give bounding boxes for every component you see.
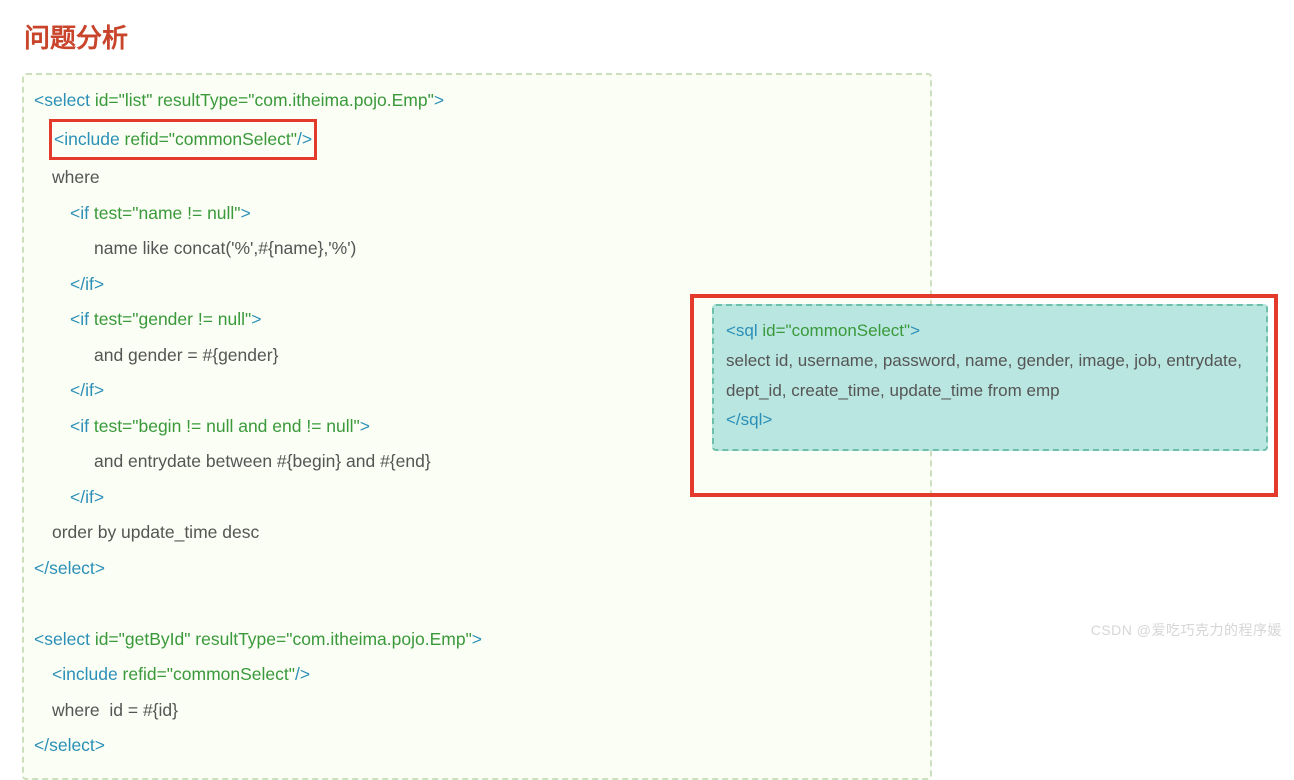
attr: refid="commonSelect" — [125, 129, 297, 149]
tag-close: </if> — [70, 487, 104, 507]
code-line: </select> — [34, 551, 920, 587]
highlight-include: <include refid="commonSelect"/> — [49, 119, 317, 161]
tag-close: </select> — [34, 735, 105, 755]
watermark: CSDN @爱吃巧克力的程序媛 — [1091, 620, 1282, 640]
code-line: where — [34, 160, 920, 196]
attr: test="begin != null and end != null" — [94, 416, 360, 436]
tag-close: </if> — [70, 274, 104, 294]
attr: id="list" resultType="com.itheima.pojo.E… — [95, 90, 434, 110]
tag-open: <select — [34, 90, 95, 110]
tag-open: <include — [52, 664, 123, 684]
code-line: order by update_time desc — [34, 515, 920, 551]
code-line-highlight: <include refid="commonSelect"/> — [34, 119, 920, 161]
code-line: </select> — [34, 728, 920, 764]
tag-open: <if — [70, 309, 94, 329]
text: and gender = #{gender} — [94, 345, 278, 365]
tag-close: </sql> — [726, 410, 772, 429]
tag-open: <sql — [726, 321, 762, 340]
tag-close: </select> — [34, 558, 105, 578]
code-line: <if test="name != null"> — [34, 196, 920, 232]
sql-fragment-highlight: <sql id="commonSelect"> select id, usern… — [690, 294, 1278, 497]
code-line: <select id="list" resultType="com.itheim… — [34, 83, 920, 119]
tag-close: /> — [297, 129, 312, 149]
tag-close: /> — [295, 664, 310, 684]
code-line: where id = #{id} — [34, 693, 920, 729]
tag-close: </if> — [70, 380, 104, 400]
tag-close: > — [910, 321, 920, 340]
tag-open: <if — [70, 416, 94, 436]
sql-fragment-panel: <sql id="commonSelect"> select id, usern… — [712, 304, 1268, 451]
text: where id = #{id} — [52, 700, 178, 720]
text: select id, username, password, name, gen… — [726, 351, 1242, 400]
attr: test="name != null" — [94, 203, 241, 223]
tag-close: > — [360, 416, 370, 436]
code-line: </sql> — [726, 405, 1254, 435]
tag-close: > — [434, 90, 444, 110]
attr: refid="commonSelect" — [123, 664, 295, 684]
text: and entrydate between #{begin} and #{end… — [94, 451, 431, 471]
code-line: <select id="getById" resultType="com.ith… — [34, 622, 920, 658]
attr: id="commonSelect" — [762, 321, 910, 340]
section-title: 问题分析 — [24, 18, 1272, 55]
blank-line — [34, 586, 920, 622]
tag-close: > — [241, 203, 251, 223]
code-line: name like concat('%',#{name},'%') — [34, 231, 920, 267]
code-line: <include refid="commonSelect"/> — [34, 657, 920, 693]
tag-open: <include — [54, 129, 125, 149]
tag-open: <if — [70, 203, 94, 223]
tag-close: > — [251, 309, 261, 329]
attr: test="gender != null" — [94, 309, 251, 329]
text: order by update_time desc — [52, 522, 259, 542]
code-line: <sql id="commonSelect"> — [726, 316, 1254, 346]
text: where — [52, 167, 100, 187]
text: name like concat('%',#{name},'%') — [94, 238, 356, 258]
code-line: select id, username, password, name, gen… — [726, 346, 1254, 406]
